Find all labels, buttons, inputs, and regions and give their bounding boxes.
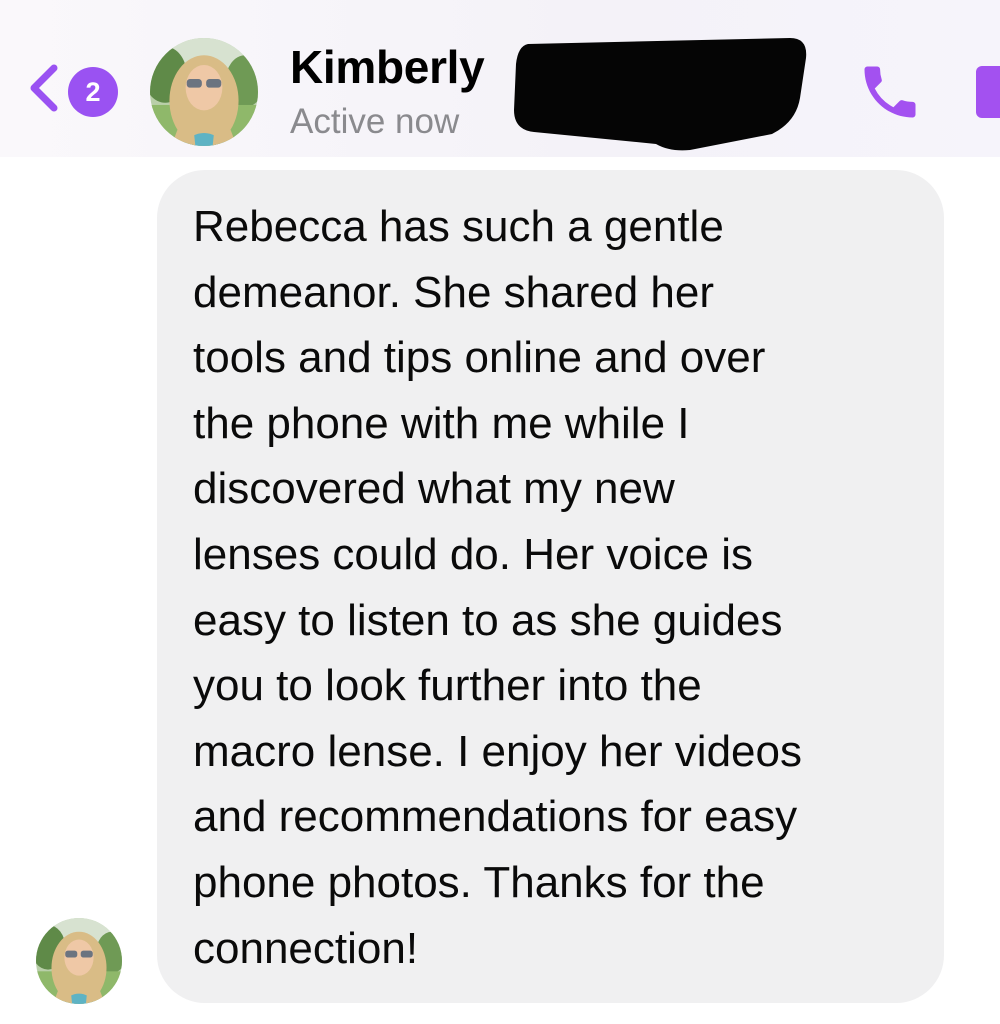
message-line: discovered what my new (193, 464, 675, 514)
message-line: macro lense. I enjoy her videos (193, 726, 802, 776)
message-bubble[interactable]: Rebecca has such a gentle demeanor. She … (157, 170, 944, 1003)
audio-call-button[interactable] (856, 58, 924, 126)
profile-photo (36, 918, 122, 1004)
message-line: connection! (193, 923, 419, 973)
message-line: you to look further into the (193, 661, 702, 711)
conversation-header: 2 Kimberly Active now (0, 0, 1000, 157)
active-status: Active now (290, 102, 460, 141)
profile-photo (150, 38, 258, 146)
message-line: tools and tips online and over (193, 333, 766, 383)
message-line: demeanor. She shared her (193, 267, 715, 317)
message-line: and recommendations for easy (193, 792, 798, 842)
sender-avatar[interactable] (36, 918, 122, 1004)
message-line: Rebecca has such a gentle (193, 202, 724, 251)
message-text: Rebecca has such a gentle demeanor. She … (193, 194, 923, 981)
avatar[interactable] (150, 38, 258, 146)
redaction-mark (514, 38, 807, 151)
message-line: the phone with me while I (193, 398, 690, 448)
message-line: lenses could do. Her voice is (193, 529, 754, 579)
message-line: phone photos. Thanks for the (193, 857, 765, 907)
message-line: easy to listen to as she guides (193, 595, 783, 645)
phone-icon (864, 66, 916, 118)
chevron-left-icon (30, 64, 58, 112)
contact-name[interactable]: Kimberly (290, 40, 485, 94)
video-call-button[interactable] (976, 66, 1000, 118)
back-button[interactable]: 2 (26, 62, 126, 118)
unread-count-badge: 2 (68, 67, 118, 117)
